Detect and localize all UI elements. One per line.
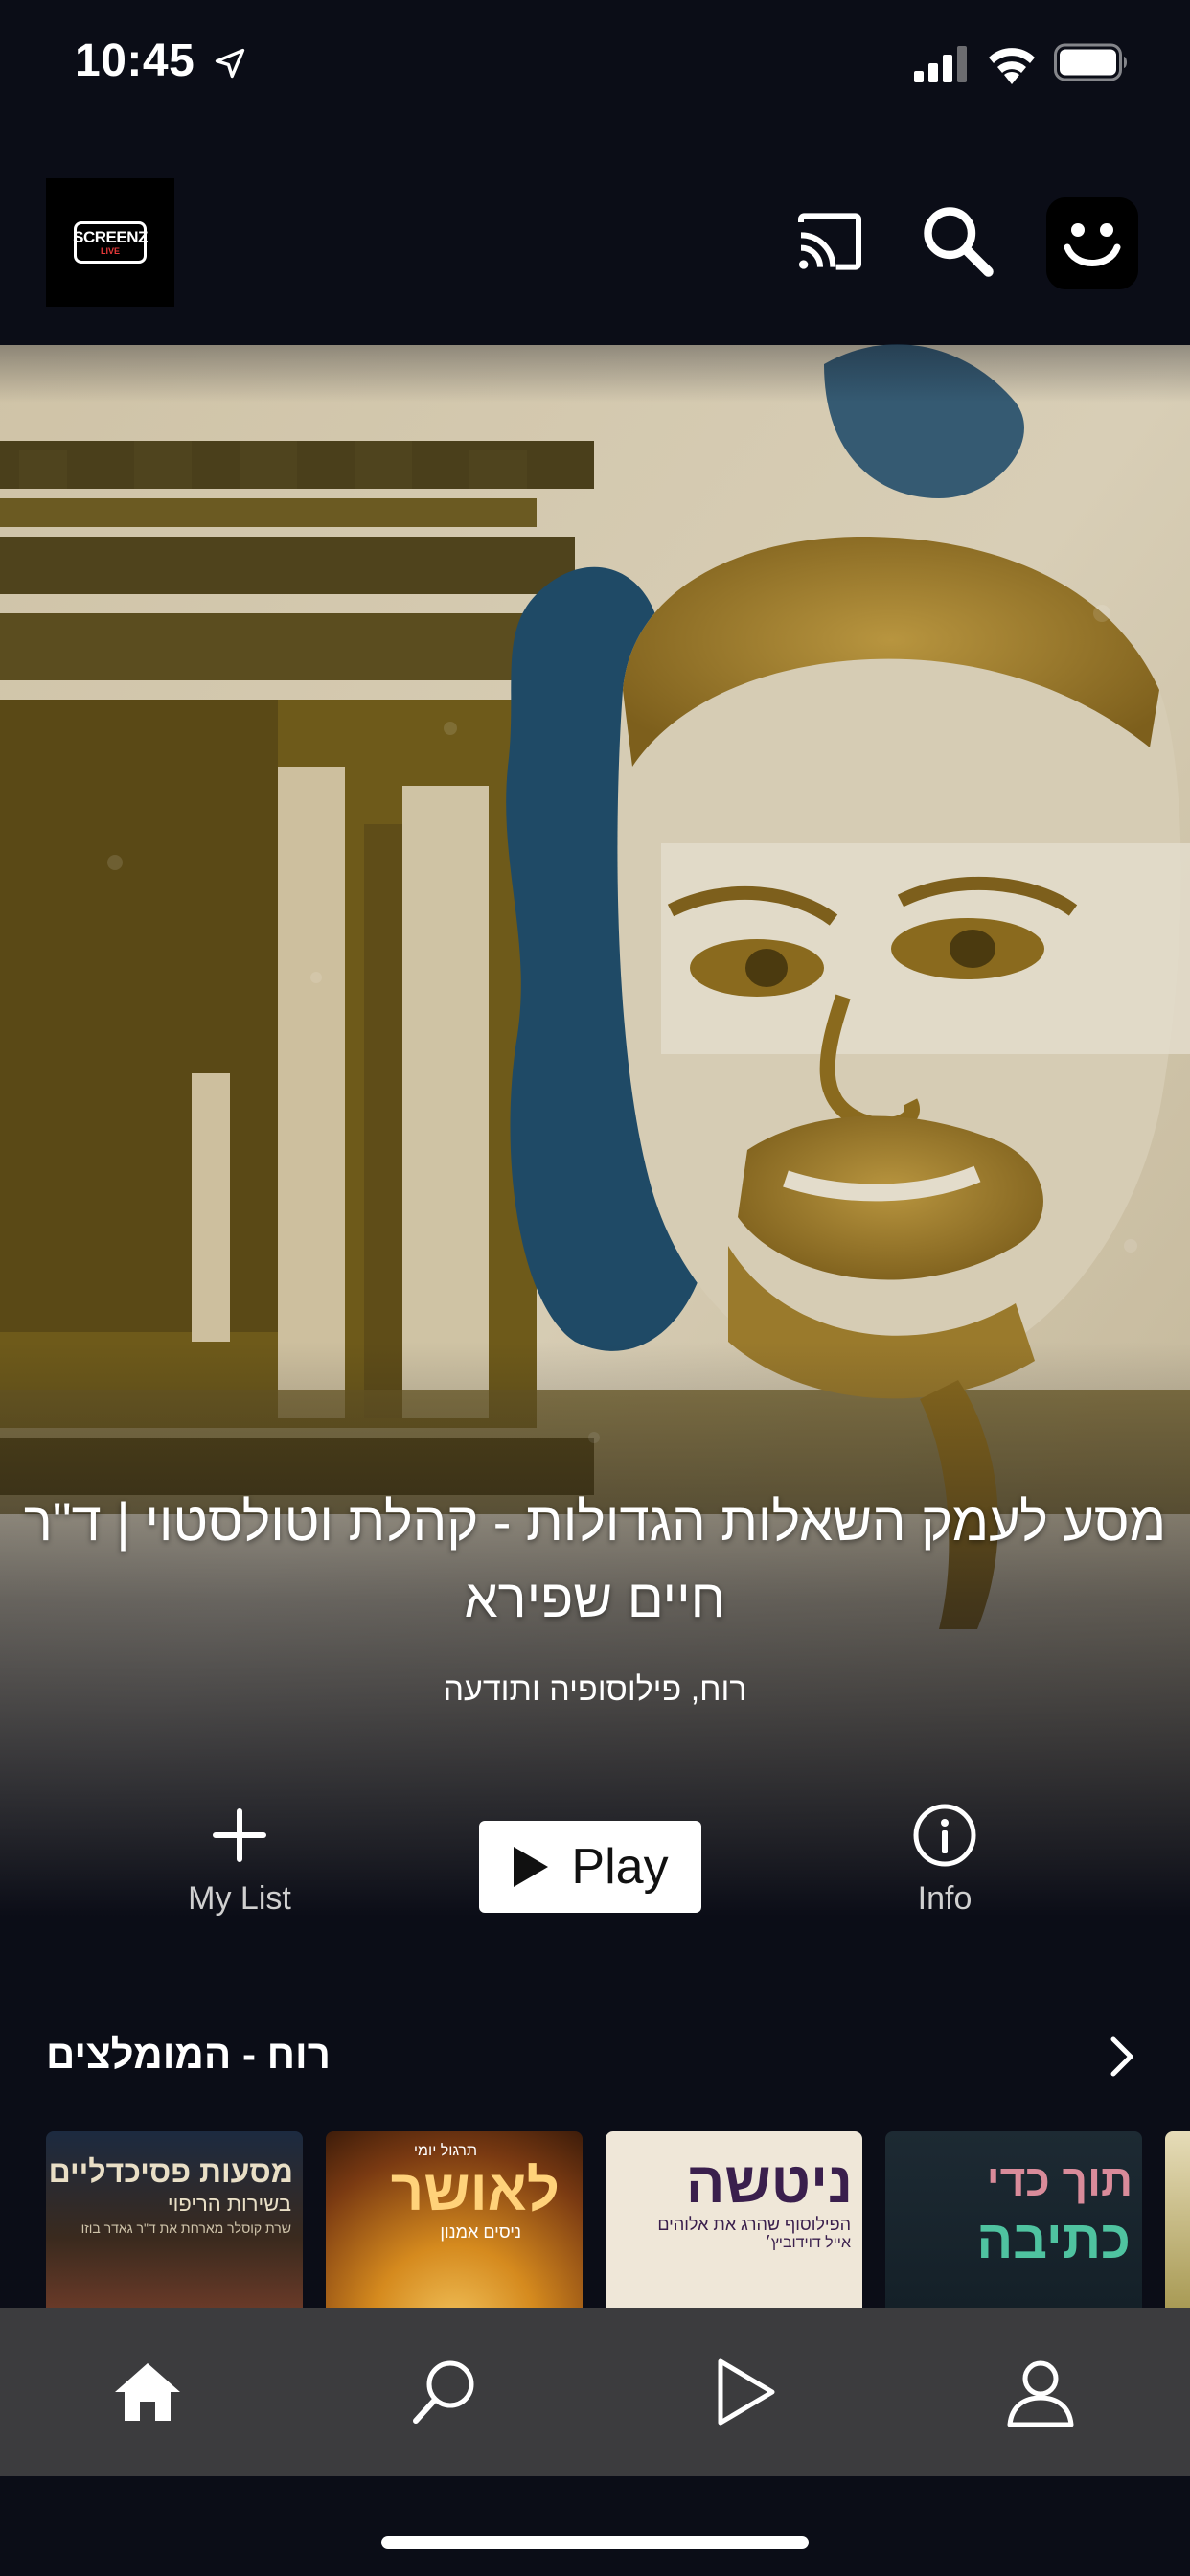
- search-icon[interactable]: [918, 201, 998, 282]
- profile-icon[interactable]: [1000, 2352, 1081, 2432]
- list-item[interactable]: תרגול יומי לאושר ניסים אמנון: [326, 2131, 583, 2310]
- thumb-subtitle: ניסים אמנון: [440, 2222, 521, 2242]
- status-bar: 10:45: [0, 0, 1190, 134]
- home-indicator[interactable]: [381, 2536, 809, 2549]
- hero-genres: רוח, פילוסופיה ותודעה: [443, 1671, 747, 1708]
- wifi-icon: [989, 48, 1035, 84]
- hero-title: מסע לעמק השאלות הגדולות - קהלת וטולסטוי …: [23, 1491, 1167, 1628]
- logo-text: SCREENZ: [73, 228, 148, 246]
- battery-icon: [1054, 43, 1127, 81]
- app-logo[interactable]: SCREENZ LIVE: [46, 178, 174, 307]
- logo-badge: SCREENZ LIVE: [73, 221, 148, 264]
- my-list-label: My List: [188, 1880, 291, 1917]
- play-icon: [514, 1847, 549, 1887]
- profile-smiley-icon[interactable]: [1046, 197, 1138, 289]
- cellular-signal-icon: [914, 46, 967, 82]
- row-title[interactable]: רוח - המומלצים: [46, 2032, 331, 2078]
- thumb-subtitle: כתיבה: [976, 2209, 1131, 2269]
- list-item[interactable]: מסעות פסיכדליים בשירות הריפוי שרת קוסלר …: [46, 2131, 303, 2310]
- play-icon[interactable]: [703, 2352, 784, 2432]
- location-arrow-icon: [215, 48, 245, 79]
- chevron-right-icon[interactable]: [1100, 2032, 1144, 2082]
- list-item[interactable]: [1165, 2131, 1190, 2310]
- thumb-title: מסעות פסיכדליים: [48, 2154, 293, 2189]
- plus-icon: [213, 1808, 266, 1862]
- thumb-caption: אייל דוידוביץ׳: [765, 2235, 851, 2251]
- info-label: Info: [917, 1880, 973, 1917]
- thumb-subtitle: בשירות הריפוי: [167, 2192, 291, 2216]
- cast-icon[interactable]: [791, 203, 868, 280]
- status-time: 10:45: [75, 35, 195, 86]
- thumb-title: ניטשה: [685, 2150, 853, 2215]
- thumb-title: תוך כדי: [986, 2155, 1133, 2205]
- play-button[interactable]: Play: [479, 1821, 701, 1913]
- info-button[interactable]: Info: [858, 1802, 1031, 1918]
- thumb-subtitle: הפילוסוף שהרג את אלוהים: [657, 2215, 851, 2234]
- tab-bar: [0, 2308, 1190, 2476]
- thumb-title: לאושר: [390, 2158, 560, 2222]
- list-item[interactable]: ניטשה הפילוסוף שהרג את אלוהים אייל דוידו…: [606, 2131, 862, 2310]
- logo-subtext: LIVE: [100, 246, 120, 256]
- search-icon[interactable]: [404, 2352, 485, 2432]
- my-list-button[interactable]: My List: [153, 1802, 326, 1918]
- thumb-caption: שרת קוסלר מארחת את ד"ר גאדר בוזו: [80, 2220, 291, 2236]
- home-icon[interactable]: [107, 2352, 188, 2432]
- recommended-row: מסעות פסיכדליים בשירות הריפוי שרת קוסלר …: [46, 2131, 1190, 2310]
- list-item[interactable]: תוך כדי כתיבה: [885, 2131, 1142, 2310]
- play-label: Play: [571, 1839, 669, 1895]
- info-icon: [913, 1804, 976, 1867]
